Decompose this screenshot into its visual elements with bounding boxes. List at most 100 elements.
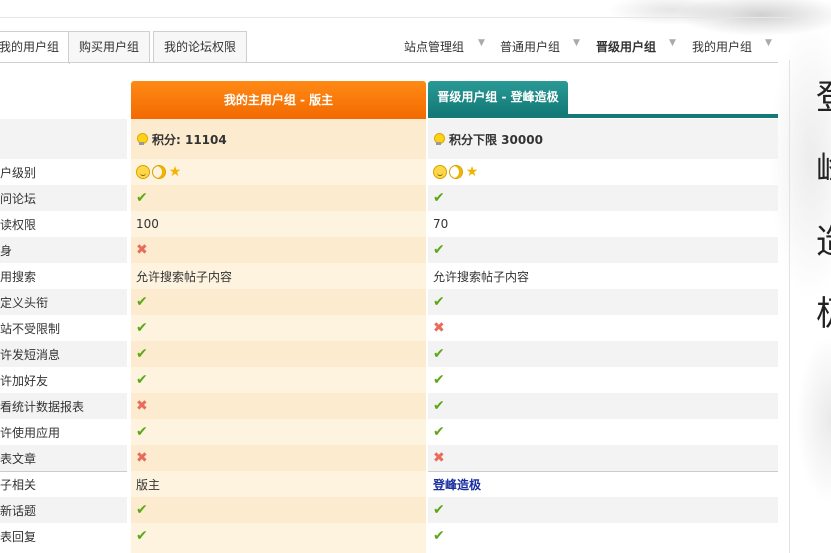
cell-promotion-group: ★ xyxy=(428,159,778,185)
nav-promotion-group[interactable]: 晋级用户组 xyxy=(596,38,656,56)
tab-my-groups[interactable]: 我的用户组 xyxy=(0,31,71,64)
side-char: 造 xyxy=(816,214,831,286)
cell-my-group: 100 xyxy=(131,211,426,237)
check-icon: ✔ xyxy=(136,372,148,388)
table-row: 表文章 ✖ ✖ xyxy=(0,445,778,471)
sun-icon xyxy=(433,165,447,180)
row-label: 新话题 xyxy=(0,497,127,523)
nav-site-admin-group[interactable]: 站点管理组 xyxy=(404,38,464,56)
cell-promotion-group: ✔ xyxy=(428,419,778,445)
check-icon: ✔ xyxy=(433,424,445,440)
current-score: 积分: 11104 xyxy=(152,132,227,147)
check-icon: ✔ xyxy=(433,502,445,518)
cell-promotion-group: ✖ xyxy=(428,315,778,341)
check-icon: ✔ xyxy=(136,346,148,362)
cell-promotion-group: ✔ xyxy=(428,237,778,263)
cross-icon: ✖ xyxy=(136,450,148,466)
cell-my-group: ✖ xyxy=(131,393,426,419)
cell-value: 允许搜索帖子内容 xyxy=(136,269,233,284)
row-label: 定义头衔 xyxy=(0,289,127,315)
top-divider xyxy=(0,17,790,18)
chevron-down-icon[interactable]: ▼ xyxy=(573,38,580,48)
cell-my-group: 允许搜索帖子内容 xyxy=(131,263,426,289)
cell-promotion-group: ✔ xyxy=(428,185,778,211)
table-row: 表回复 ✔ ✔ xyxy=(0,523,778,549)
cell-value: 允许搜索帖子内容 xyxy=(433,269,530,284)
cell-my-group: 版主 xyxy=(131,471,426,497)
cell-promotion-group: ✔ xyxy=(428,289,778,315)
score-threshold: 积分下限 30000 xyxy=(449,132,543,147)
check-icon: ✔ xyxy=(136,294,148,310)
cross-icon: ✖ xyxy=(136,398,148,414)
side-calligraphy: 登 峰 造 极 xyxy=(816,70,831,358)
cell-promotion-group: 登峰造极 xyxy=(428,471,778,497)
cell-promotion-group: ✔ xyxy=(428,523,778,549)
check-icon: ✔ xyxy=(136,424,148,440)
chevron-down-icon[interactable]: ▼ xyxy=(765,38,772,48)
row-label: 许发短消息 xyxy=(0,341,127,367)
check-icon: ✔ xyxy=(433,398,445,414)
row-label: 问论坛 xyxy=(0,185,127,211)
lightbulb-icon xyxy=(136,132,148,146)
check-icon: ✔ xyxy=(136,502,148,518)
cell-my-group: ✔ xyxy=(131,289,426,315)
sun-icon xyxy=(136,165,150,180)
cell-my-group: ✖ xyxy=(131,445,426,471)
tab-forum-permissions[interactable]: 我的论坛权限 xyxy=(153,31,248,63)
cell-promotion-group: ✖ xyxy=(428,445,778,471)
cell-value: 版主 xyxy=(136,477,161,492)
column-header-underline xyxy=(428,114,778,118)
table-row: 许使用应用 ✔ ✔ xyxy=(0,419,778,445)
star-icon: ★ xyxy=(168,164,182,181)
table-row: 看统计数据报表 ✖ ✔ xyxy=(0,393,778,419)
cell-promotion-group: 70 xyxy=(428,211,778,237)
row-label: 户级别 xyxy=(0,165,37,180)
score-cell-b: 积分下限 30000 xyxy=(428,119,778,159)
table-row: 站不受限制 ✔ ✖ xyxy=(0,315,778,341)
score-row: 积分: 11104 积分下限 30000 xyxy=(0,119,778,159)
row-label: 看统计数据报表 xyxy=(0,393,127,419)
cell-value[interactable]: 登峰造极 xyxy=(433,476,481,493)
cross-icon: ✖ xyxy=(136,242,148,258)
check-icon: ✔ xyxy=(433,346,445,362)
table-row: 许发短消息 ✔ ✔ xyxy=(0,341,778,367)
chevron-down-icon[interactable]: ▼ xyxy=(669,38,676,48)
cell-my-group: ✔ xyxy=(131,367,426,393)
cell-promotion-group: ✔ xyxy=(428,367,778,393)
cell-my-group: ★ xyxy=(131,159,426,185)
cell-my-group: ✔ xyxy=(131,341,426,367)
cell-my-group: ✔ xyxy=(131,185,426,211)
table-row: 问论坛 ✔ ✔ xyxy=(0,185,778,211)
check-icon: ✔ xyxy=(433,242,445,258)
cell-promotion-group: ✔ xyxy=(428,497,778,523)
table-row: 身 ✖ ✔ xyxy=(0,237,778,263)
check-icon: ✔ xyxy=(433,294,445,310)
cell-promotion-group: ✔ xyxy=(428,393,778,419)
table-row: 读权限 100 70 xyxy=(0,211,778,237)
check-icon: ✔ xyxy=(136,190,148,206)
nav-normal-group[interactable]: 普通用户组 xyxy=(500,38,560,56)
row-label: 用搜索 xyxy=(0,269,37,284)
right-divider xyxy=(789,60,790,553)
tab-bar-divider xyxy=(0,62,778,63)
cell-value: 70 xyxy=(433,217,449,231)
moon-icon xyxy=(152,165,166,180)
nav-my-group[interactable]: 我的用户组 xyxy=(692,38,752,56)
table-row: 新话题 ✔ ✔ xyxy=(0,497,778,523)
table-row: 用搜索 允许搜索帖子内容 允许搜索帖子内容 xyxy=(0,263,778,289)
row-label: 站不受限制 xyxy=(0,321,61,336)
tab-buy-groups[interactable]: 购买用户组 xyxy=(68,31,151,63)
row-label: 表回复 xyxy=(0,529,37,544)
score-cell-a: 积分: 11104 xyxy=(131,119,426,159)
check-icon: ✔ xyxy=(136,320,148,336)
row-label: 表文章 xyxy=(0,445,127,471)
cell-my-group: ✔ xyxy=(131,419,426,445)
chevron-down-icon[interactable]: ▼ xyxy=(478,38,485,48)
check-icon: ✔ xyxy=(433,190,445,206)
cell-my-group: ✔ xyxy=(131,497,426,523)
column-header-my-group: 我的主用户组 - 版主 xyxy=(131,81,426,119)
level-icons: ★ xyxy=(433,165,481,180)
level-icons: ★ xyxy=(136,165,184,180)
column-header-promotion-group[interactable]: 晋级用户组 - 登峰造极 xyxy=(428,81,568,114)
check-icon: ✔ xyxy=(433,528,445,544)
